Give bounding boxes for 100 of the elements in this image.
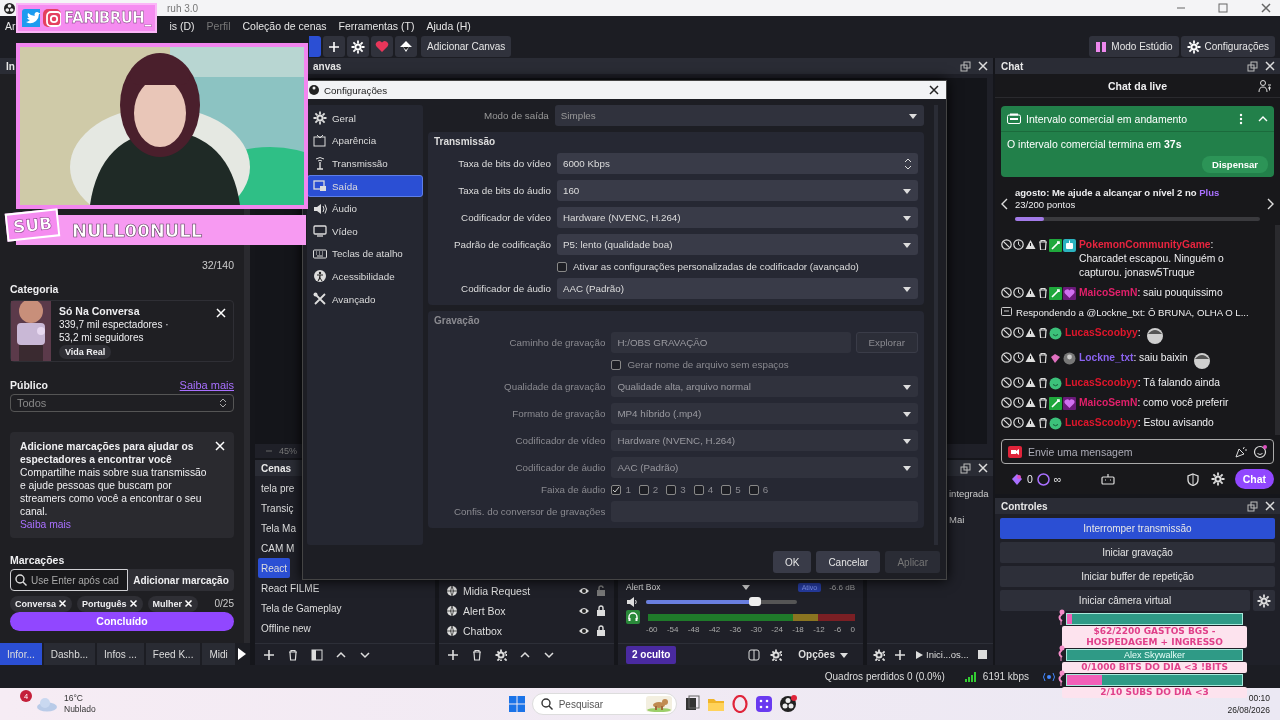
eye-icon[interactable] (578, 585, 590, 597)
timeout-icon[interactable] (1013, 287, 1024, 298)
close-icon[interactable] (976, 60, 989, 72)
add-tag-button[interactable]: Adicionar marcação (128, 569, 234, 591)
scene-item[interactable]: Tela de Gameplay (258, 598, 345, 618)
done-button[interactable]: Concluído (10, 611, 234, 631)
gear-icon[interactable] (770, 648, 783, 661)
ban-icon[interactable] (1001, 352, 1012, 363)
trash-icon[interactable] (1037, 239, 1048, 250)
control-button[interactable]: Iniciar gravação (1000, 542, 1275, 563)
settings-button[interactable] (1253, 590, 1275, 611)
tag-chip[interactable]: Conversa (10, 595, 73, 612)
next-icon[interactable] (1266, 198, 1274, 210)
speaker-icon[interactable] (626, 596, 638, 608)
chat-send-button[interactable]: Chat (1234, 469, 1274, 489)
scene-item[interactable]: tela pre (258, 478, 298, 498)
dock-tab[interactable]: Infor... (0, 643, 42, 665)
ban-icon[interactable] (1001, 417, 1012, 428)
menu-item[interactable]: is (D) (169, 19, 195, 32)
warning-icon[interactable] (1025, 417, 1036, 428)
add-canvas-button[interactable]: Adicionar Canvas (421, 36, 512, 57)
options-button[interactable]: Opções (792, 648, 855, 661)
ban-icon[interactable] (1001, 287, 1012, 298)
float-icon[interactable] (959, 60, 971, 72)
timeout-icon[interactable] (1013, 352, 1024, 363)
settings-button[interactable] (347, 36, 369, 57)
ban-icon[interactable] (1001, 239, 1012, 250)
trash-icon[interactable] (1037, 397, 1048, 408)
robot-icon[interactable] (1101, 473, 1116, 485)
trash-icon[interactable] (1037, 352, 1048, 363)
timeout-icon[interactable] (1013, 327, 1024, 338)
scene-item[interactable]: React FILME (258, 578, 323, 598)
select-field[interactable]: AAC (Padrão) (556, 278, 918, 299)
close-icon[interactable] (976, 462, 989, 474)
caret-icon[interactable] (902, 186, 912, 195)
caret-icon[interactable] (902, 240, 912, 249)
menu-item[interactable]: Ferramentas (T) (338, 19, 415, 32)
emoji-icon[interactable] (1253, 444, 1267, 459)
add-icon[interactable] (894, 648, 906, 661)
control-button[interactable]: Interromper transmissão (1000, 518, 1275, 539)
add-icon[interactable] (447, 648, 459, 661)
warning-icon[interactable] (1025, 327, 1036, 338)
eye-icon[interactable] (578, 605, 590, 617)
timeout-icon[interactable] (1013, 239, 1024, 250)
learn-more-link[interactable]: Saiba mais (179, 379, 234, 391)
control-button[interactable]: Iniciar buffer de repetição (1000, 566, 1275, 587)
maximize-icon[interactable] (1218, 3, 1228, 13)
lock-icon[interactable] (595, 625, 607, 637)
float-icon[interactable] (1247, 60, 1258, 72)
start-icon[interactable] (507, 695, 526, 713)
menu-item[interactable]: Coleção de cenas (242, 19, 327, 32)
timeout-icon[interactable] (1013, 417, 1024, 428)
learn-more-link[interactable]: Saiba mais (20, 518, 212, 532)
gear-icon[interactable] (873, 648, 885, 661)
users-icon[interactable] (1258, 79, 1272, 93)
trash-icon[interactable] (1037, 287, 1048, 298)
volume-slider-thumb[interactable] (748, 597, 761, 606)
settings-nav-item[interactable]: Vídeo (307, 219, 423, 243)
unlock-icon[interactable] (595, 585, 607, 597)
warning-icon[interactable] (1025, 377, 1036, 388)
select-field[interactable]: 160 (556, 180, 918, 201)
checkbox[interactable] (556, 261, 567, 272)
ban-icon[interactable] (1001, 327, 1012, 338)
dialog-button[interactable]: Cancelar (816, 551, 881, 573)
settings-icon[interactable] (1210, 472, 1225, 486)
warning-icon[interactable] (1025, 287, 1036, 298)
float-icon[interactable] (959, 462, 971, 474)
input-field[interactable]: 6000 Kbps (556, 153, 918, 174)
caret-icon[interactable] (902, 284, 912, 293)
settings-nav-item[interactable]: Saída (307, 174, 423, 198)
select-field[interactable]: Hardware (NVENC, H.264) (556, 207, 918, 228)
chat-input-field[interactable]: Envie uma mensagem (1001, 439, 1274, 464)
caret-icon[interactable] (908, 111, 918, 120)
ban-icon[interactable] (1001, 377, 1012, 388)
trash-icon[interactable] (1037, 377, 1048, 388)
layout-icon[interactable] (748, 648, 761, 661)
plugin-button[interactable] (395, 36, 417, 57)
audience-select[interactable]: Todos (10, 394, 234, 413)
settings-nav-item[interactable]: Transmissão (307, 152, 423, 175)
grid-icon[interactable] (754, 695, 773, 713)
scene-item[interactable]: React (258, 558, 291, 578)
headphones-icon[interactable] (626, 610, 640, 624)
more-icon[interactable] (1239, 112, 1243, 125)
dock-tab[interactable]: Midi (202, 643, 235, 665)
settings-nav-item[interactable]: Aparência (307, 129, 423, 153)
settings-nav-item[interactable]: Teclas de atalho (307, 242, 423, 266)
eye-icon[interactable] (578, 625, 590, 637)
add-button[interactable] (323, 36, 345, 57)
studio-mode-button[interactable]: Modo Estúdio (1089, 36, 1179, 57)
close-icon[interactable] (928, 84, 940, 96)
settings-nav-item[interactable]: Geral (307, 107, 423, 130)
filter-icon[interactable] (311, 648, 323, 661)
previous-icon[interactable] (1001, 198, 1009, 210)
trash-icon[interactable] (287, 648, 299, 661)
settings-button[interactable]: Configurações (1180, 36, 1275, 57)
stop-icon[interactable] (977, 650, 987, 659)
gear-icon[interactable] (495, 648, 507, 661)
control-button[interactable]: Iniciar câmera virtual (1000, 590, 1250, 611)
dock-tab[interactable]: Feed K... (145, 643, 201, 665)
dock-tab[interactable]: Infos ... (97, 643, 144, 665)
